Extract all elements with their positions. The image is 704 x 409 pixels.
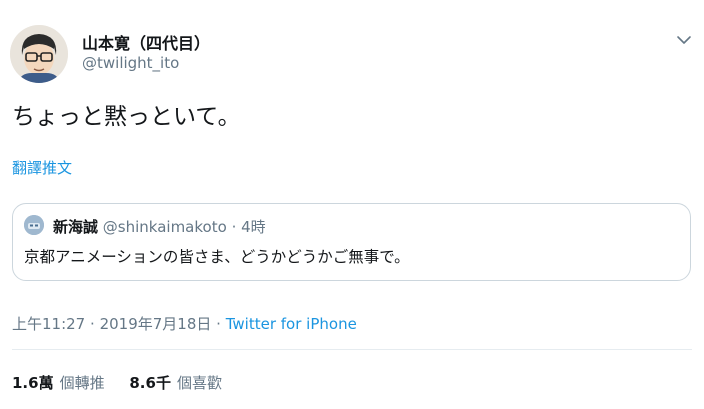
separator-dot: · bbox=[231, 218, 237, 236]
likes-count: 8.6千 bbox=[129, 374, 171, 392]
quoted-tweet-text: 京都アニメーションの皆さま、どうかどうかご無事で。 bbox=[24, 248, 410, 266]
author-display-name[interactable]: 山本寛（四代目） bbox=[82, 30, 210, 54]
author-handle[interactable]: @twilight_ito bbox=[82, 54, 179, 72]
retweets-stat[interactable]: 1.6萬 個轉推 bbox=[12, 372, 105, 393]
quoted-author-handle: @shinkaimakoto bbox=[102, 218, 227, 236]
separator-dot: · bbox=[216, 315, 221, 333]
quoted-author-name: 新海誠 bbox=[53, 218, 99, 236]
quoted-author-avatar bbox=[24, 215, 44, 235]
likes-label: 個喜歡 bbox=[176, 374, 222, 392]
tweet-stats: 1.6萬 個轉推 8.6千 個喜歡 bbox=[12, 372, 242, 393]
retweets-count: 1.6萬 bbox=[12, 374, 54, 392]
quoted-tweet-time: 4時 bbox=[241, 218, 266, 236]
tweet-source-link[interactable]: Twitter for iPhone bbox=[226, 315, 357, 333]
author-avatar[interactable] bbox=[10, 25, 68, 83]
tweet-time[interactable]: 上午11:27 bbox=[12, 315, 85, 333]
chevron-down-icon[interactable] bbox=[672, 28, 696, 52]
divider bbox=[12, 349, 692, 350]
retweets-label: 個轉推 bbox=[59, 374, 105, 392]
quoted-tweet-card[interactable]: 新海誠 @shinkaimakoto · 4時 京都アニメーションの皆さま、どう… bbox=[12, 203, 691, 281]
translate-tweet-link[interactable]: 翻譯推文 bbox=[12, 157, 72, 178]
tweet-text: ちょっと黙っといて。 bbox=[12, 104, 241, 130]
tweet-metadata: 上午11:27 · 2019年7月18日 · Twitter for iPhon… bbox=[12, 313, 357, 334]
tweet-date[interactable]: 2019年7月18日 bbox=[100, 315, 212, 333]
quoted-tweet-header: 新海誠 @shinkaimakoto · 4時 bbox=[53, 216, 266, 237]
likes-stat[interactable]: 8.6千 個喜歡 bbox=[129, 372, 222, 393]
separator-dot: · bbox=[90, 315, 95, 333]
